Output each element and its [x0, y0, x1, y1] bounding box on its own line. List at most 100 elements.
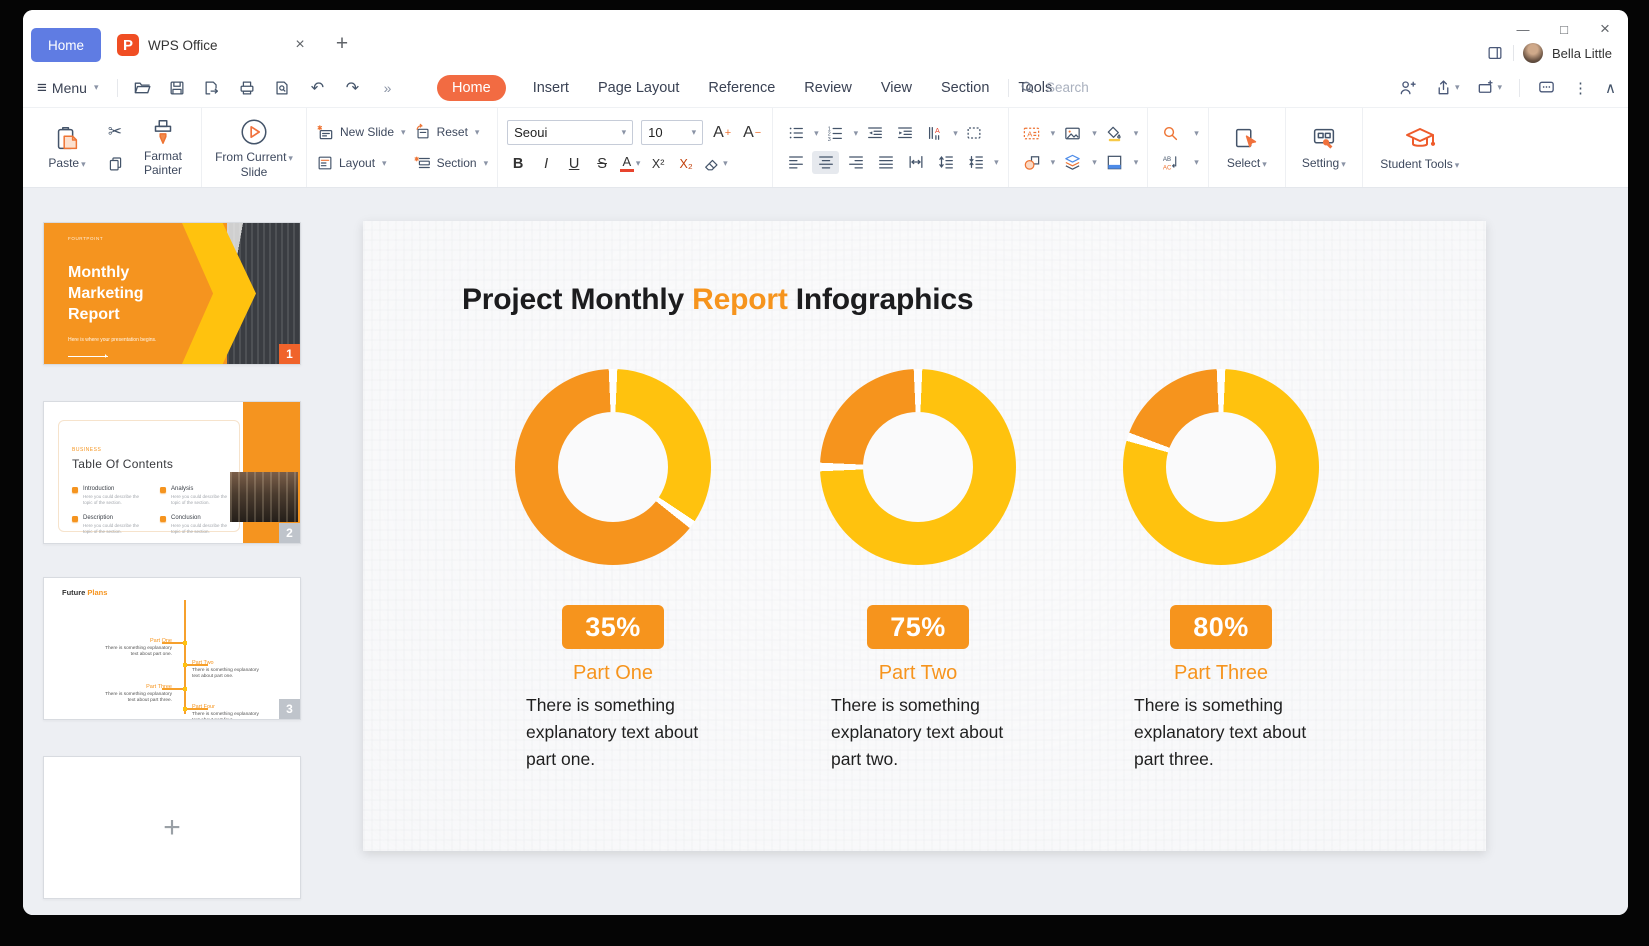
save-icon[interactable] [166, 77, 188, 99]
add-slide-placeholder[interactable]: + [43, 756, 301, 899]
chart-block-3[interactable]: 80% Part Three There is something explan… [1111, 369, 1331, 773]
slide-thumbnail-1[interactable]: FOURTPOINT Monthly Marketing Report Here… [43, 222, 301, 365]
tab-home[interactable]: Home [437, 75, 506, 101]
maximize-button[interactable]: □ [1557, 22, 1571, 37]
comments-icon[interactable] [1537, 78, 1556, 97]
redo-icon[interactable]: ↷ [341, 77, 363, 99]
menu-button[interactable]: ≡ Menu ▾ [37, 78, 98, 98]
slides-group: New Slide ▾ Layout ▾ Reset ▾ [307, 108, 498, 187]
paste-button[interactable]: Paste▾ [38, 115, 96, 181]
undo-icon[interactable]: ↶ [306, 77, 328, 99]
format-painter-button[interactable]: Farmat Painter [134, 115, 192, 181]
workspace: FOURTPOINT Monthly Marketing Report Here… [23, 188, 1628, 915]
clear-format-icon[interactable]: ▾ [703, 152, 728, 175]
find-icon[interactable] [1157, 122, 1184, 145]
layout-button[interactable]: Layout ▾ [316, 152, 406, 174]
divider [1008, 79, 1009, 97]
line-spacing-decrease-icon[interactable] [962, 151, 989, 174]
print-icon[interactable] [236, 77, 258, 99]
slide-thumbnail-3[interactable]: Future Plans Part One There is something… [43, 577, 301, 720]
new-window-icon[interactable]: ▾ [1476, 78, 1502, 97]
open-file-icon[interactable] [131, 77, 153, 99]
decrease-font-icon[interactable]: A− [741, 121, 763, 144]
cut-icon[interactable]: ✂ [104, 121, 126, 143]
decrease-indent-icon[interactable] [861, 122, 888, 145]
justify-icon[interactable] [872, 151, 899, 174]
tab-close-icon[interactable]: × [291, 36, 309, 54]
more-options-icon[interactable]: ⋮ [1573, 79, 1588, 97]
font-family-select[interactable]: Seoui ▾ [507, 120, 633, 145]
student-tools-label: Student Tools [1380, 157, 1453, 171]
arrange-layers-icon[interactable] [1059, 151, 1086, 174]
increase-font-icon[interactable]: A+ [711, 121, 733, 144]
superscript-icon[interactable]: X² [647, 152, 669, 175]
bold-icon[interactable]: B [507, 152, 529, 175]
student-tools-button[interactable]: Student Tools▾ [1372, 115, 1468, 181]
distribute-icon[interactable] [902, 151, 929, 174]
new-tab-button[interactable]: + [329, 32, 355, 56]
avatar[interactable] [1523, 43, 1543, 63]
chart-block-2[interactable]: 75% Part Two There is something explanat… [808, 369, 1028, 773]
align-right-icon[interactable] [842, 151, 869, 174]
italic-icon[interactable]: I [535, 152, 557, 175]
numbered-list-icon[interactable]: 123 [822, 122, 849, 145]
document-tab[interactable]: P WPS Office × [107, 27, 319, 63]
select-button[interactable]: Select▾ [1218, 115, 1276, 181]
slide-title[interactable]: Project Monthly Report Infographics [462, 283, 973, 317]
tab-page-layout[interactable]: Page Layout [596, 75, 681, 101]
side-panel-icon[interactable] [1486, 44, 1504, 62]
chevron-down-icon: ▾ [1497, 82, 1502, 93]
chevron-down-icon: ▾ [81, 159, 86, 169]
thumb3-title: Future Plans [62, 588, 107, 597]
search-box [1008, 68, 1176, 107]
ribbon-tabs: Home Insert Page Layout Reference Review… [437, 68, 1054, 107]
strikethrough-icon[interactable]: S [591, 152, 613, 175]
increase-indent-icon[interactable] [891, 122, 918, 145]
setting-button[interactable]: Setting▾ [1295, 115, 1353, 181]
share-icon[interactable]: ▾ [1434, 78, 1460, 97]
text-direction-icon[interactable]: A [921, 122, 948, 145]
user-name[interactable]: Bella Little [1552, 46, 1612, 61]
subscript-icon[interactable]: X₂ [675, 152, 697, 175]
reset-button[interactable]: Reset ▾ [414, 121, 489, 143]
timeline-node [183, 641, 187, 645]
align-left-icon[interactable] [782, 151, 809, 174]
tab-section[interactable]: Section [939, 75, 991, 101]
donut-chart-part-three[interactable] [1123, 369, 1319, 565]
tab-review[interactable]: Review [802, 75, 854, 101]
from-current-slide-button[interactable]: From Current▾ Slide [211, 115, 297, 181]
chart-block-1[interactable]: 35% Part One There is something explanat… [503, 369, 723, 773]
line-spacing-increase-icon[interactable] [932, 151, 959, 174]
bullet-list-icon[interactable] [782, 122, 809, 145]
selection-box-icon[interactable] [961, 122, 988, 145]
slide-thumbnail-2[interactable]: BUSINESS Table Of Contents Introduction … [43, 401, 301, 544]
new-slide-button[interactable]: New Slide ▾ [316, 121, 406, 143]
search-input[interactable] [1046, 80, 1176, 95]
home-launcher-tab[interactable]: Home [31, 28, 101, 62]
tab-reference[interactable]: Reference [706, 75, 777, 101]
close-button[interactable]: × [1598, 19, 1612, 39]
more-quick-actions-icon[interactable]: » [376, 77, 398, 99]
text-box-icon[interactable]: A [1018, 122, 1045, 145]
donut-chart-part-two[interactable] [820, 369, 1016, 565]
font-size-select[interactable]: 10 ▾ [641, 120, 703, 145]
export-icon[interactable] [201, 77, 223, 99]
fill-color-icon[interactable] [1101, 122, 1128, 145]
font-color-icon[interactable]: A ▾ [619, 152, 641, 175]
minimize-button[interactable]: — [1516, 22, 1530, 37]
align-center-icon[interactable] [812, 151, 839, 174]
tab-view[interactable]: View [879, 75, 914, 101]
underline-icon[interactable]: U [563, 152, 585, 175]
replace-icon[interactable]: ABAC [1157, 151, 1184, 174]
print-preview-icon[interactable] [271, 77, 293, 99]
slide-canvas[interactable]: Project Monthly Report Infographics 35% … [363, 221, 1486, 851]
collapse-ribbon-icon[interactable]: ∧ [1605, 79, 1616, 97]
tab-insert[interactable]: Insert [531, 75, 571, 101]
picture-icon[interactable] [1059, 122, 1086, 145]
frame-style-icon[interactable] [1101, 151, 1128, 174]
add-collaborator-icon[interactable] [1398, 78, 1417, 97]
section-button[interactable]: Section ▾ [414, 152, 489, 174]
shapes-icon[interactable] [1018, 151, 1045, 174]
donut-chart-part-one[interactable] [515, 369, 711, 565]
copy-icon[interactable] [104, 153, 126, 175]
